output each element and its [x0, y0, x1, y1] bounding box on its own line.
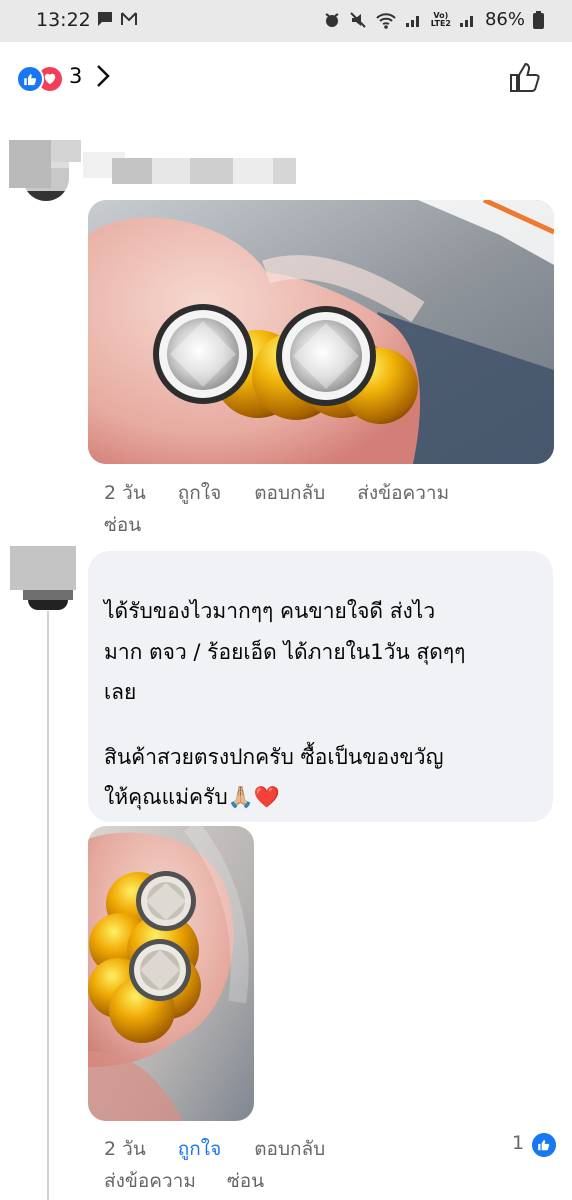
reply-link[interactable]: ตอบกลับ: [254, 478, 325, 508]
earring-photo-drawing: [88, 200, 554, 464]
blurred-author-avatar-2: [10, 546, 76, 610]
like-reaction-icon: [16, 65, 44, 93]
comment-line-2: มาก ตจว / ร้อยเอ็ด ได้ภายใน1วัน สุดๆๆ: [104, 640, 466, 664]
signal-icon-2: [459, 15, 473, 27]
comment-actions-2: 2 วัน ถูกใจ ตอบกลับ: [104, 1134, 325, 1164]
mute-icon: [350, 11, 366, 28]
hide-link-2[interactable]: ซ่อน: [227, 1166, 264, 1196]
thumbs-up-icon[interactable]: [508, 60, 542, 94]
wifi-icon: [376, 12, 396, 29]
blurred-author-name: [9, 140, 296, 190]
like-link[interactable]: ถูกใจ: [178, 478, 221, 508]
signal-icon: [405, 15, 419, 27]
comment-like-count: 1: [512, 1132, 525, 1154]
lte-label: LTE2: [430, 18, 451, 28]
comment-time-2: 2 วัน: [104, 1138, 146, 1160]
earring-photo-wide[interactable]: [88, 200, 554, 464]
comment-line-5: สินค้าสวยตรงปกครับ ซื้อเป็นของขวัญ: [104, 745, 444, 769]
volte-indicator: Vo) LTE2: [430, 11, 451, 28]
hide-row-1: ซ่อน: [104, 510, 141, 540]
status-bar: 13:22 Vo) LTE2 86%: [0, 0, 572, 42]
chevron-right-icon[interactable]: [96, 64, 110, 88]
alarm-icon: [325, 12, 339, 27]
reactions-summary[interactable]: 3: [0, 42, 572, 112]
battery-icon: [533, 10, 544, 29]
chat-bubble-icon: [98, 12, 112, 26]
earring-photo-portrait[interactable]: [88, 826, 254, 1121]
comment-time: 2 วัน: [104, 482, 146, 504]
comment-line-6: ให้คุณแม่ครับ🙏🏼❤️: [104, 785, 280, 809]
liked-link[interactable]: ถูกใจ: [178, 1134, 221, 1164]
message-link-2[interactable]: ส่งข้อความ: [104, 1166, 196, 1196]
thread-line: [47, 611, 49, 1200]
comment-line-1: ได้รับของไวมากๆๆ คนขายใจดี ส่งไว: [104, 599, 436, 623]
comment-line-3: เลย: [104, 680, 137, 704]
mail-icon: [121, 12, 137, 25]
status-time: 13:22: [36, 9, 91, 31]
battery-percent: 86%: [484, 9, 525, 30]
notification-icons: [96, 10, 138, 28]
comment-actions-1: 2 วัน ถูกใจ ตอบกลับ ส่งข้อความ: [104, 478, 449, 508]
message-link[interactable]: ส่งข้อความ: [357, 478, 449, 508]
earring-photo-portrait-drawing: [88, 826, 254, 1121]
reply-link-2[interactable]: ตอบกลับ: [254, 1134, 325, 1164]
status-right-group: Vo) LTE2 86%: [323, 9, 544, 30]
hide-link[interactable]: ซ่อน: [104, 510, 141, 540]
reaction-count: 3: [69, 64, 83, 88]
like-badge-icon: [530, 1131, 558, 1159]
comment-actions-2-row-2: ส่งข้อความ ซ่อน: [104, 1166, 264, 1196]
